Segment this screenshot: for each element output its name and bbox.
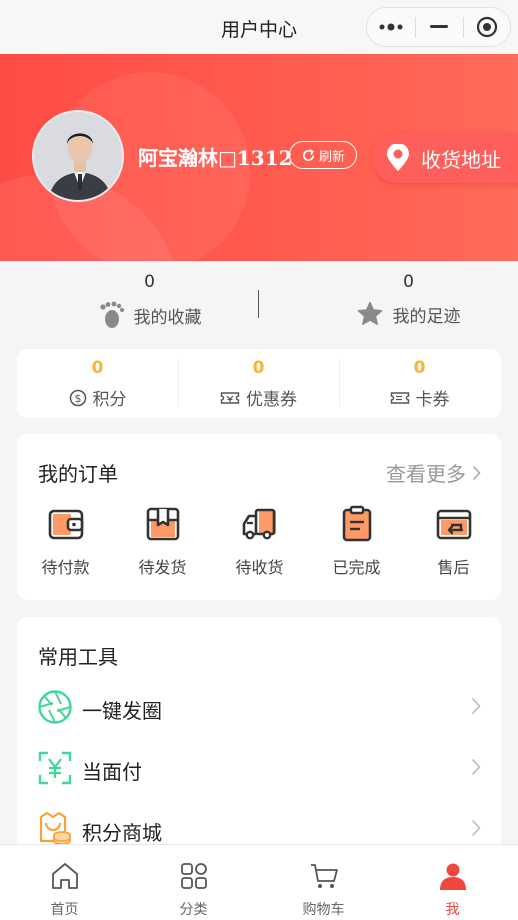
cart-icon: [311, 864, 338, 888]
chevron-right-icon: [472, 465, 481, 480]
cards-item[interactable]: 0 卡券: [339, 349, 500, 418]
avatar[interactable]: [32, 110, 124, 202]
tab-home-label: 首页: [50, 902, 79, 918]
avatar-photo: [34, 112, 122, 200]
refresh-label: 刷新: [318, 149, 345, 165]
target-close-icon: [476, 16, 498, 38]
tab-me[interactable]: 我: [388, 845, 517, 920]
points-label: 积分: [92, 390, 127, 410]
aperture-icon: [38, 690, 72, 724]
tool-face-to-face-pay-label: 当面付: [82, 760, 142, 784]
tab-me-label: 我: [445, 902, 460, 918]
order-pending-shipment-label: 待发货: [138, 558, 187, 577]
coupon-icon: [220, 391, 240, 404]
location-pin-icon: [387, 144, 409, 171]
order-completed[interactable]: 已完成: [308, 504, 405, 584]
more-dots-button[interactable]: [367, 8, 415, 46]
cards-value: 0: [413, 358, 426, 378]
profile-header: 阿宝瀚林□1312 刷新 收货地址: [0, 54, 518, 261]
order-after-sales-label: 售后: [437, 558, 470, 577]
top-nav-bar: 用户中心: [0, 0, 518, 54]
star-icon: [357, 301, 382, 325]
chevron-right-icon: [471, 758, 481, 776]
view-more-label: 查看更多: [386, 462, 466, 486]
refresh-button[interactable]: 刷新: [289, 141, 357, 169]
card-return-icon: [436, 509, 472, 540]
assets-card: 0 $ 积分 0 优惠券 0 卡券: [17, 349, 501, 418]
favorites-label: 我的收藏: [133, 307, 202, 328]
points-value: 0: [91, 358, 104, 378]
shipping-address-button[interactable]: 收货地址: [372, 133, 518, 183]
tool-share-moments[interactable]: 一键发圈: [17, 681, 501, 731]
tools-title: 常用工具: [38, 645, 118, 669]
shop-coins-icon: [39, 811, 71, 845]
more-dots-icon: [379, 23, 403, 31]
order-completed-label: 已完成: [332, 558, 381, 577]
tab-category[interactable]: 分类: [129, 845, 258, 920]
wallet-icon: [48, 509, 84, 540]
user-icon: [440, 863, 466, 890]
tab-home[interactable]: 首页: [0, 845, 129, 920]
minimize-button[interactable]: [415, 8, 463, 46]
favorites-count: 0: [144, 272, 155, 292]
truck-icon: [242, 508, 276, 540]
points-item[interactable]: 0 $ 积分: [17, 349, 178, 418]
orders-card: 我的订单 查看更多 待付款 待发货 待收货 已完成 售后: [17, 434, 501, 600]
tab-cart-label: 购物车: [302, 902, 345, 918]
tool-share-moments-label: 一键发圈: [82, 699, 162, 723]
order-pending-shipment[interactable]: 待发货: [114, 504, 211, 584]
ticket-icon: [390, 391, 409, 404]
home-icon: [52, 863, 78, 889]
order-pending-payment[interactable]: 待付款: [17, 504, 114, 584]
category-icon: [181, 863, 207, 889]
refresh-icon: [302, 148, 315, 161]
order-pending-receipt-label: 待收货: [235, 558, 284, 577]
cards-label: 卡券: [415, 390, 450, 410]
username: 阿宝瀚林□1312: [138, 146, 293, 170]
tab-category-label: 分类: [179, 902, 208, 918]
coin-icon: $: [69, 389, 86, 406]
close-capsule-button[interactable]: [463, 8, 511, 46]
chevron-right-icon: [471, 819, 481, 837]
scan-yen-icon: [38, 751, 72, 785]
chevron-right-icon: [471, 697, 481, 715]
tools-card: 常用工具 一键发圈 当面付 积分商城: [17, 617, 501, 857]
svg-text:$: $: [74, 392, 81, 405]
footprints-count: 0: [403, 272, 414, 292]
minimize-icon: [430, 25, 448, 28]
mini-program-capsule: [366, 7, 511, 47]
tool-face-to-face-pay[interactable]: 当面付: [17, 742, 501, 792]
coupons-label: 优惠券: [246, 390, 297, 410]
view-more-orders-link[interactable]: 查看更多: [386, 458, 481, 487]
my-footprints[interactable]: 0 我的足迹: [279, 261, 518, 337]
shipping-address-label: 收货地址: [421, 147, 501, 172]
coupons-item[interactable]: 0 优惠券: [178, 349, 339, 418]
order-after-sales[interactable]: 售后: [405, 504, 502, 584]
coupons-value: 0: [252, 358, 265, 378]
order-pending-payment-label: 待付款: [41, 558, 90, 577]
footprint-icon: [99, 301, 124, 328]
tool-points-mall-label: 积分商城: [82, 821, 162, 845]
package-icon: [146, 507, 180, 541]
orders-title: 我的订单: [38, 462, 118, 486]
footprints-label: 我的足迹: [392, 306, 461, 327]
tab-cart[interactable]: 购物车: [259, 845, 388, 920]
order-pending-receipt[interactable]: 待收货: [211, 504, 308, 584]
bottom-tab-bar: 首页 分类 购物车 我: [0, 844, 518, 920]
my-favorites[interactable]: 0 我的收藏: [20, 261, 279, 337]
stats-row: 0 我的收藏 0 我的足迹: [0, 261, 518, 337]
clipboard-icon: [342, 505, 372, 542]
